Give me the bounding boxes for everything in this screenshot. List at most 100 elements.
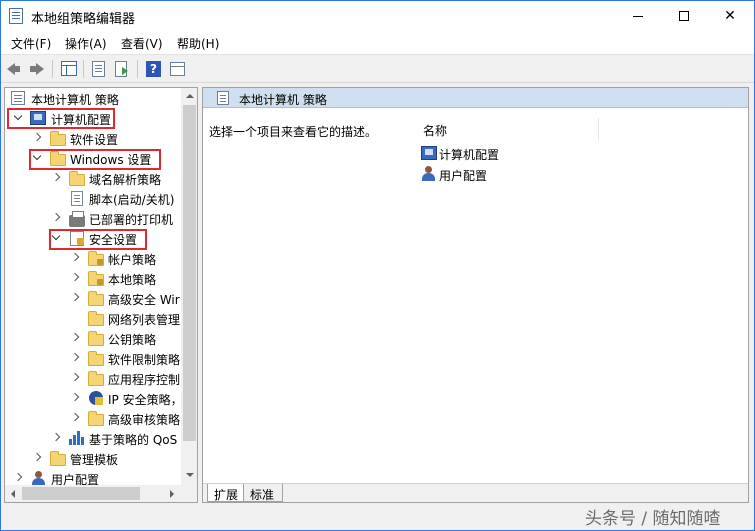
policy-icon [11,91,25,105]
list-item-label: 计算机配置 [439,148,500,162]
tree-item-software-settings[interactable]: 软件设置 [5,128,181,148]
folder-icon [69,171,85,186]
tree-item-dns-policy[interactable]: 域名解析策略 [5,168,181,188]
tab-standard[interactable]: 标准 [243,484,284,502]
tree-item-public-key[interactable]: 公钥策略 [5,328,181,348]
tree-item-label: 高级审核策略 [108,413,181,427]
chevron-right-icon[interactable] [52,173,62,183]
scroll-left-icon[interactable] [11,490,15,498]
chevron-right-icon[interactable] [52,213,62,223]
show-hide-action-pane-button[interactable] [167,59,187,79]
console-tree-icon [61,61,77,76]
column-header-name[interactable]: 名称 [421,118,599,140]
menu-file[interactable]: 文件(F) [11,35,51,52]
forward-button[interactable] [27,59,47,79]
tree-item-local-policy[interactable]: 本地策略 [5,268,181,288]
chevron-right-icon[interactable] [71,413,81,423]
tree-item-label: 应用程序控制 [108,373,181,387]
maximize-button[interactable] [661,1,707,31]
highlight-box [7,108,115,129]
chevron-right-icon[interactable] [52,433,62,443]
tree-item-printers[interactable]: 已部署的打印机 [5,208,181,228]
chevron-right-icon[interactable] [71,293,81,303]
properties-icon [92,61,105,77]
computer-icon [421,146,437,160]
folder-icon [50,451,66,466]
folder-icon [88,311,104,326]
chevron-right-icon[interactable] [71,353,81,363]
chevron-right-icon[interactable] [71,333,81,343]
script-icon [71,191,83,206]
tree-item-account-policy[interactable]: 帐户策略 [5,248,181,268]
watermark-text: 头条号 / 随知随喳 [585,509,721,529]
chevron-right-icon[interactable] [33,453,43,463]
bar-chart-icon [69,431,85,445]
tree-item-label: 帐户策略 [108,253,157,267]
details-header: 本地计算机 策略 [203,88,748,108]
tree-horizontal-scrollbar[interactable] [5,485,181,502]
list-item-label: 用户配置 [439,169,488,183]
help-button[interactable]: ? [143,59,163,79]
menu-bar: 文件(F) 操作(A) 查看(V) 帮助(H) [1,31,754,55]
details-pane: 本地计算机 策略 选择一个项目来查看它的描述。 名称 计算机配置 用户配置 扩展… [202,87,749,503]
list-item-computer-config[interactable]: 计算机配置 [419,143,599,163]
locked-folder-icon [88,271,104,286]
toolbar-separator [137,60,138,78]
tree-item-label: 软件设置 [70,133,119,147]
tree-item-root[interactable]: 本地计算机 策略 [5,88,181,108]
chevron-right-icon[interactable] [71,373,81,383]
menu-action[interactable]: 操作(A) [65,35,107,52]
console-tree[interactable]: 本地计算机 策略 计算机配置 软件设置 Windows 设置 域名解析策略 脚本… [4,87,198,503]
tree-vertical-scrollbar[interactable] [181,88,197,485]
tree-item-qos[interactable]: 基于策略的 QoS [5,428,181,448]
forward-arrow-icon [30,63,44,75]
tree-item-admin-templates[interactable]: 管理模板 [5,448,181,468]
tree-item-label: 已部署的打印机 [89,213,174,227]
title-bar[interactable]: 本地组策略编辑器 ✕ [1,1,754,31]
folder-icon [88,371,104,386]
tree-item-network-list[interactable]: 网络列表管理 [5,308,181,328]
tree-item-label: 管理模板 [70,453,119,467]
close-icon: ✕ [724,8,736,24]
chevron-right-icon[interactable] [33,133,43,143]
back-button[interactable] [5,59,25,79]
action-pane-icon [170,62,185,76]
tree-item-advanced-security[interactable]: 高级安全 Wir [5,288,181,308]
minimize-button[interactable] [615,1,661,31]
tree-item-label: IP 安全策略， [108,393,183,407]
view-tab-bar: 扩展 标准 [203,483,748,502]
tree-item-label: 网络列表管理 [108,313,181,327]
tree-item-label: 本地策略 [108,273,157,287]
chevron-right-icon[interactable] [14,473,24,483]
list-item-user-config[interactable]: 用户配置 [419,164,599,184]
scroll-right-icon[interactable] [170,490,174,498]
menu-view[interactable]: 查看(V) [121,35,163,52]
minimize-icon [633,15,643,17]
policy-icon [217,91,229,105]
tab-extended[interactable]: 扩展 [207,484,248,502]
policy-editor-app-icon [9,8,23,24]
user-icon [421,166,437,181]
show-hide-console-tree-button[interactable] [59,59,79,79]
highlight-box [49,229,147,250]
tree-item-software-restriction[interactable]: 软件限制策略 [5,348,181,368]
window-title: 本地组策略编辑器 [31,12,136,27]
close-button[interactable]: ✕ [707,1,753,31]
export-list-button[interactable] [112,59,132,79]
item-description: 选择一个项目来查看它的描述。 [209,125,378,139]
scroll-up-icon[interactable] [186,94,194,98]
tree-item-ipsec[interactable]: IP 安全策略， [5,388,183,408]
properties-button[interactable] [89,59,109,79]
tree-item-scripts[interactable]: 脚本(启动/关机) [5,188,181,208]
chevron-right-icon[interactable] [71,273,81,283]
vertical-scroll-thumb[interactable] [183,105,196,441]
locked-folder-icon [88,251,104,266]
tree-item-audit-config[interactable]: 高级审核策略 [5,408,181,428]
chevron-right-icon[interactable] [71,253,81,263]
menu-help[interactable]: 帮助(H) [177,35,219,52]
horizontal-scroll-thumb[interactable] [22,487,140,500]
chevron-right-icon[interactable] [71,393,81,403]
tree-item-app-control[interactable]: 应用程序控制 [5,368,181,388]
printer-icon [69,211,85,227]
scroll-down-icon[interactable] [186,473,194,477]
